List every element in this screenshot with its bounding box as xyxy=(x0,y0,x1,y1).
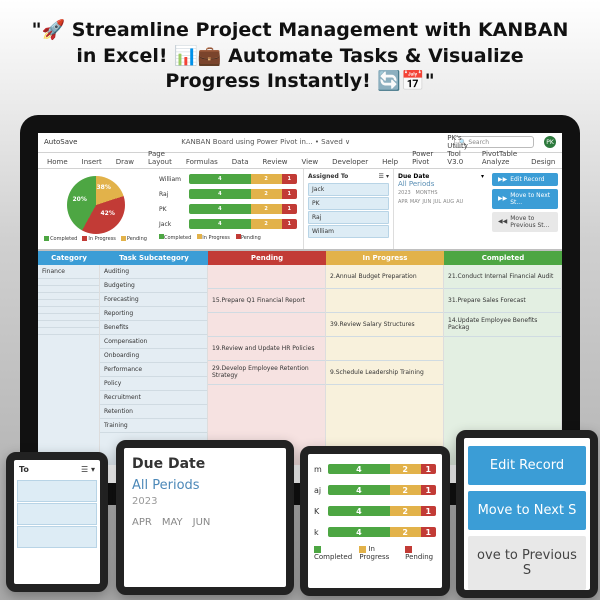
filter-icon: ☰ ▾ xyxy=(379,173,389,180)
kanban-card[interactable]: Auditing xyxy=(100,265,207,279)
kanban-card[interactable] xyxy=(38,293,99,300)
edit-record-button[interactable]: Edit Record xyxy=(468,446,586,485)
ribbon-tab[interactable]: Page Layout xyxy=(145,148,175,168)
kanban-card[interactable] xyxy=(326,337,443,361)
kanban-card[interactable]: Retention xyxy=(100,405,207,419)
pie-chart: 20% 38% 42% Completed In Progress Pendin… xyxy=(38,169,153,249)
kanban-card[interactable]: Forecasting xyxy=(100,293,207,307)
assigned-filter[interactable]: Assigned To☰ ▾ JackPKRajWilliam xyxy=(303,169,393,249)
kanban-card[interactable] xyxy=(38,300,99,307)
kanban-card[interactable]: 21.Conduct Internal Financial Audit xyxy=(444,265,561,289)
kanban-card[interactable] xyxy=(38,307,99,314)
action-buttons: ▶▶ Edit Record ▶▶ Move to Next St... ◀◀ … xyxy=(488,169,562,249)
ribbon-tab[interactable]: Formulas xyxy=(183,156,221,168)
kanban-card[interactable]: Benefits xyxy=(100,321,207,335)
kanban-card[interactable]: 15.Prepare Q1 Financial Report xyxy=(208,289,325,313)
kanban-card[interactable] xyxy=(38,279,99,286)
kanban-card[interactable] xyxy=(38,286,99,293)
kanban-card[interactable]: 31.Prepare Sales Forecast xyxy=(444,289,561,313)
kanban-card[interactable] xyxy=(326,289,443,313)
pie-legend: Completed In Progress Pending xyxy=(44,236,147,242)
filter-option[interactable]: PK xyxy=(308,197,389,210)
kanban-card[interactable]: 2.Annual Budget Preparation xyxy=(326,265,443,289)
filter-option[interactable]: Raj xyxy=(308,211,389,224)
ribbon-tab[interactable]: PK's Utility Tool V3.0 xyxy=(444,132,471,168)
kanban-card[interactable] xyxy=(38,328,99,335)
filter-icon: ▾ xyxy=(481,173,484,180)
kanban-card[interactable]: Budgeting xyxy=(100,279,207,293)
ribbon-tabs: HomeInsertDrawPage LayoutFormulasDataRev… xyxy=(38,153,562,169)
ribbon-tab[interactable]: Developer xyxy=(329,156,371,168)
edit-record-button[interactable]: ▶▶ Edit Record xyxy=(492,173,558,186)
kanban-card[interactable] xyxy=(38,314,99,321)
ribbon-tab[interactable]: Insert xyxy=(79,156,105,168)
pie-slice-inprogress: 38% xyxy=(97,184,111,191)
kanban-card[interactable] xyxy=(208,265,325,289)
promo-headline: "🚀 Streamline Project Management with KA… xyxy=(0,0,600,107)
kanban-card[interactable]: 14.Update Employee Benefits Packag xyxy=(444,313,561,337)
ribbon-tab[interactable]: Data xyxy=(229,156,252,168)
move-prev-button[interactable]: ove to Previous S xyxy=(468,536,586,590)
filter-icon: ☰ ▾ xyxy=(81,465,95,474)
kanban-card[interactable]: 29.Develop Employee Retention Strategy xyxy=(208,361,325,385)
overlay-bars-panel: m421aj421K421k421CompletedIn ProgressPen… xyxy=(300,446,450,596)
kanban-card[interactable]: Recruitment xyxy=(100,391,207,405)
kanban-card[interactable]: Reporting xyxy=(100,307,207,321)
doc-title: KANBAN Board using Power Pivot in... • S… xyxy=(87,138,444,146)
ribbon-tab[interactable]: PivotTable Analyze xyxy=(479,148,520,168)
overlay-buttons-panel: Edit Record Move to Next S ove to Previo… xyxy=(456,430,598,598)
ribbon-tab[interactable]: Review xyxy=(260,156,291,168)
ribbon-tab[interactable]: Home xyxy=(44,156,71,168)
kanban-card[interactable]: 19.Review and Update HR Policies xyxy=(208,337,325,361)
kanban-card[interactable] xyxy=(208,313,325,337)
kanban-card[interactable]: Performance xyxy=(100,363,207,377)
ribbon-tab[interactable]: View xyxy=(299,156,322,168)
overlay-filter-panel[interactable]: To☰ ▾ xyxy=(6,452,108,592)
dashboard-top: 20% 38% 42% Completed In Progress Pendin… xyxy=(38,169,562,251)
kanban-card[interactable] xyxy=(38,321,99,328)
overlay-date-panel[interactable]: Due Date All Periods 2023 APR MAY JUN xyxy=(116,440,294,595)
move-next-button[interactable]: Move to Next S xyxy=(468,491,586,530)
move-next-button[interactable]: ▶▶ Move to Next St... xyxy=(492,189,558,209)
kanban-card[interactable]: Finance xyxy=(38,265,99,279)
kanban-card[interactable]: Policy xyxy=(100,377,207,391)
kanban-card[interactable]: Onboarding xyxy=(100,349,207,363)
avatar[interactable]: PK xyxy=(544,136,556,148)
kanban-card[interactable]: Training xyxy=(100,419,207,433)
filter-option[interactable]: Jack xyxy=(308,183,389,196)
due-date-slicer[interactable]: Due Date▾ All Periods 2023 MONTHS APRMAY… xyxy=(393,169,488,249)
pie-slice-completed: 42% xyxy=(101,210,115,217)
kanban-card[interactable]: 39.Review Salary Structures xyxy=(326,313,443,337)
ribbon-tab[interactable]: Power Pivot xyxy=(409,148,436,168)
ribbon-tab[interactable]: Help xyxy=(379,156,401,168)
pie-slice-pending: 20% xyxy=(73,196,87,203)
ribbon-tab[interactable]: Draw xyxy=(113,156,137,168)
pie-donut: 20% 38% 42% xyxy=(67,176,125,234)
ribbon-tab[interactable]: Design xyxy=(528,156,558,168)
autosave-toggle[interactable]: AutoSave xyxy=(44,138,77,146)
kanban-card[interactable]: Compensation xyxy=(100,335,207,349)
filter-option[interactable]: William xyxy=(308,225,389,238)
stacked-bar-chart: William421Raj421PK421Jack421CompletedIn … xyxy=(153,169,303,249)
kanban-card[interactable]: 9.Schedule Leadership Training xyxy=(326,361,443,385)
move-prev-button[interactable]: ◀◀ Move to Previous St... xyxy=(492,212,558,232)
kanban-header: Category Task Subcategory Pending In Pro… xyxy=(38,251,562,265)
